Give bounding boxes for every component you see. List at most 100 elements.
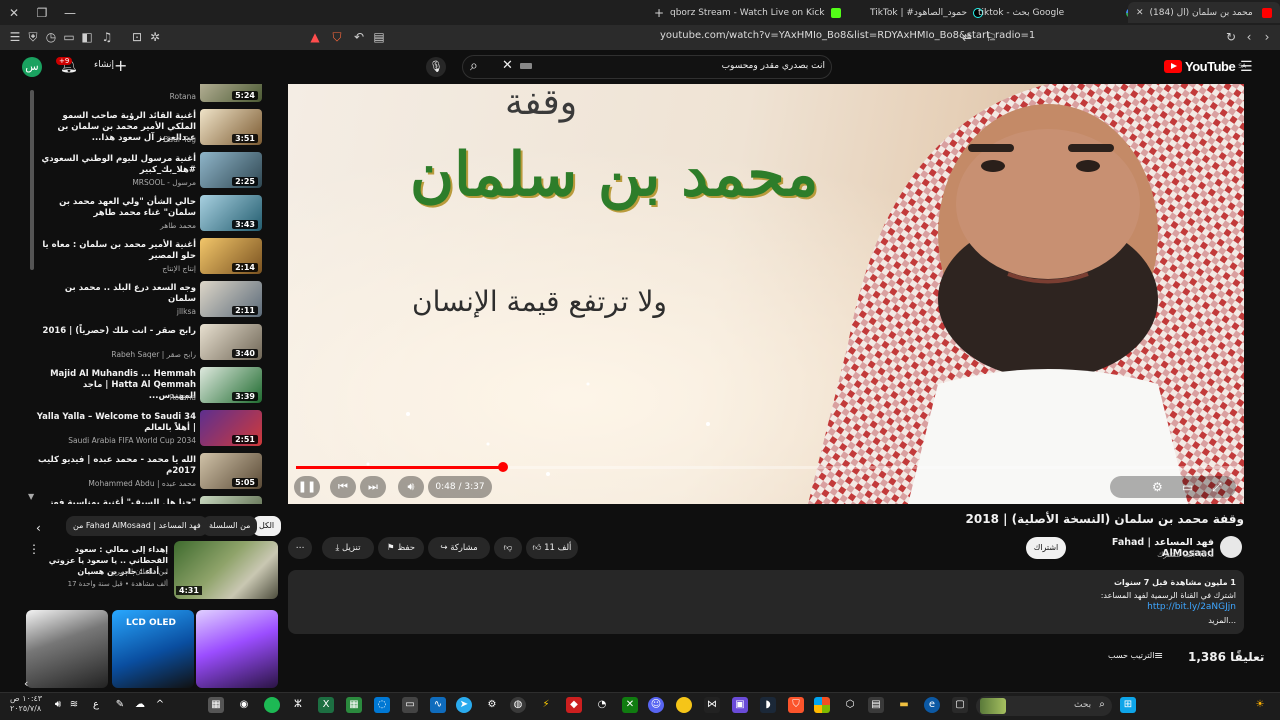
- wallet-icon[interactable]: ▭: [62, 30, 76, 44]
- playlist-thumbnail[interactable]: 5:24: [200, 84, 262, 102]
- edge-icon[interactable]: e: [924, 697, 940, 713]
- like-button[interactable]: 👍︎ 11 ألف: [526, 537, 578, 559]
- clear-search-icon[interactable]: ✕: [502, 58, 513, 73]
- voice-search-mic-icon[interactable]: 🎙︎: [426, 57, 446, 77]
- translate-icon[interactable]: ⇌: [960, 30, 974, 44]
- app-icon[interactable]: ▦: [346, 697, 362, 713]
- playlist-thumbnail[interactable]: 3:43: [200, 195, 262, 231]
- app-icon[interactable]: ▣: [732, 697, 748, 713]
- url-field[interactable]: youtube.com/watch?v=YAxHMIo_Bo8&list=RDY…: [660, 30, 1035, 41]
- start-windows-icon[interactable]: ⊞: [1120, 697, 1136, 713]
- playlist-item-title[interactable]: "حنا هل السيف" أغنية بمناسبة فوز هجن: [36, 498, 196, 504]
- save-button[interactable]: ⚑ حفظ: [378, 537, 424, 559]
- app-icon[interactable]: ▦: [208, 697, 224, 713]
- short-thumbnail[interactable]: [26, 610, 108, 688]
- app-icon[interactable]: [264, 697, 280, 713]
- playlist-item[interactable]: 2:51 Yalla Yalla – Welcome to Saudi 34 | …: [28, 410, 264, 452]
- music-icon[interactable]: ♫: [100, 30, 114, 44]
- store-icon[interactable]: ▤: [868, 697, 884, 713]
- playlist-item[interactable]: 5:24 Rotana: [28, 84, 264, 108]
- file-explorer-icon[interactable]: ▬: [896, 697, 912, 713]
- create-label[interactable]: إنشاء: [94, 60, 114, 70]
- input-language[interactable]: ع: [88, 697, 104, 713]
- sort-icon[interactable]: ≡: [1154, 649, 1163, 662]
- pen-icon[interactable]: ✎: [112, 697, 128, 713]
- download-button[interactable]: ⤓ تنزيل: [322, 537, 374, 559]
- brave-rewards-icon[interactable]: ▲: [308, 30, 322, 44]
- playlist-thumbnail[interactable]: 3:39: [200, 367, 262, 403]
- recommended-channel[interactable]: ابن سلطان الجبيري: [40, 568, 168, 576]
- app-icon[interactable]: ◗: [760, 697, 776, 713]
- more-actions-button[interactable]: ⋯: [288, 537, 312, 559]
- obs-icon[interactable]: ◉: [236, 697, 252, 713]
- playlist-item[interactable]: "حنا هل السيف" أغنية بمناسبة فوز هجن: [28, 496, 264, 504]
- history-icon[interactable]: ◷: [44, 30, 58, 44]
- next-icon[interactable]: ⏭︎: [360, 476, 386, 498]
- app-icon[interactable]: ◆: [566, 697, 582, 713]
- playlist-item[interactable]: 3:51 أغنية القائد الرؤية صاحب السمو الملك…: [28, 109, 264, 151]
- back-icon[interactable]: ‹: [1242, 30, 1256, 44]
- playlist-item[interactable]: 2:11 وجه السعد درع البلد .. محمد بن سلمان…: [28, 281, 264, 323]
- playlist-item[interactable]: 2:14 أغنية الأمير محمد بن سلمان : معاه يا…: [28, 238, 264, 280]
- short-thumbnail[interactable]: LCD OLED: [112, 610, 194, 688]
- playlist-item-title[interactable]: رابح صقر - انت ملك (حصرياً) | 2016: [36, 326, 196, 337]
- description-link[interactable]: http://bit.ly/2aNGJjn: [1000, 602, 1236, 612]
- playlist-item-title[interactable]: Yalla Yalla – Welcome to Saudi 34 | أهلا…: [36, 412, 196, 434]
- app-icon[interactable]: ∿: [430, 697, 446, 713]
- playlist-item-title[interactable]: وجه السعد درع البلد .. محمد بن سلمان: [36, 283, 196, 305]
- screenshot-icon[interactable]: ⊡: [130, 30, 144, 44]
- reload-icon[interactable]: ↻: [1224, 30, 1238, 44]
- previous-icon[interactable]: ⏮︎: [330, 476, 356, 498]
- search-input[interactable]: انت بصدري مقدر ومحسوب: [540, 61, 825, 71]
- close-tab-icon[interactable]: ✕: [1136, 8, 1144, 18]
- office-icon[interactable]: [814, 697, 830, 713]
- playlist-thumbnail[interactable]: 2:14: [200, 238, 262, 274]
- chips-left-arrow-icon[interactable]: ‹: [36, 521, 41, 535]
- channel-avatar[interactable]: [1220, 536, 1242, 558]
- app-icon[interactable]: ◍: [510, 697, 526, 713]
- app-icon[interactable]: ◔: [594, 697, 610, 713]
- app-icon[interactable]: ⋈: [704, 697, 720, 713]
- avatar[interactable]: س: [22, 57, 42, 77]
- more-actions-icon[interactable]: ⋮: [28, 542, 40, 556]
- playlist-thumbnail[interactable]: 2:11: [200, 281, 262, 317]
- show-more-link[interactable]: ...المزيد: [900, 616, 1236, 625]
- app-icon[interactable]: ⚡: [538, 697, 554, 713]
- app-icon[interactable]: ⬡: [842, 697, 858, 713]
- reader-mode-icon[interactable]: ▤: [372, 30, 386, 44]
- playlist-thumbnail[interactable]: [200, 496, 262, 504]
- steam-icon[interactable]: ⚙: [484, 697, 500, 713]
- tab-kick[interactable]: qborz Stream - Watch Live on Kick: [662, 2, 849, 23]
- forward-icon[interactable]: ›: [1260, 30, 1274, 44]
- app-icon[interactable]: ▭: [402, 697, 418, 713]
- playlist-item[interactable]: 5:05 الله يا محمد - محمد عبده | فيديو كلي…: [28, 453, 264, 495]
- close-window-icon[interactable]: ✕: [0, 6, 28, 20]
- volume-icon[interactable]: 🔊︎: [398, 476, 424, 498]
- sidebar-menu-icon[interactable]: ☰: [8, 30, 22, 44]
- speaker-icon[interactable]: 🔊︎: [50, 697, 66, 713]
- brave-icon[interactable]: ⛉: [788, 697, 804, 713]
- extensions-icon[interactable]: ✲: [148, 30, 162, 44]
- playlist-thumbnail[interactable]: 3:51: [200, 109, 262, 145]
- subscribe-button[interactable]: اشتراك: [1026, 537, 1066, 559]
- fullscreen-icon[interactable]: ⤢: [1212, 480, 1222, 495]
- playlist-item-title[interactable]: أغنية مرسول لليوم الوطني السعودي #هلا_بك…: [36, 154, 197, 176]
- youtube-logo[interactable]: YouTube SA: [1164, 59, 1246, 74]
- playlist-item-title[interactable]: حالي الشأن "ولي العهد محمد بن سلمان" غنا…: [36, 197, 196, 219]
- pause-icon[interactable]: ❚❚: [294, 476, 320, 498]
- app-icon[interactable]: [676, 697, 692, 713]
- tab-google[interactable]: tiktok - بحث Google: [970, 2, 1144, 23]
- guide-menu-icon[interactable]: ☰: [1240, 59, 1253, 75]
- chip-from-channel[interactable]: من Fahad AlMosaad | فهد المساعد: [66, 516, 208, 536]
- shorts-left-arrow-icon[interactable]: ‹: [24, 677, 28, 690]
- wifi-icon[interactable]: ≋: [66, 697, 82, 713]
- playlist-item-title[interactable]: الله يا محمد - محمد عبده | فيديو كليب 20…: [36, 455, 196, 477]
- maximize-window-icon[interactable]: ❐: [28, 6, 56, 20]
- playlist-item[interactable]: 3:43 حالي الشأن "ولي العهد محمد بن سلمان"…: [28, 195, 264, 237]
- search-icon[interactable]: ⌕: [470, 58, 478, 74]
- excel-icon[interactable]: X: [318, 697, 334, 713]
- show-hidden-icons-icon[interactable]: ^: [152, 697, 168, 713]
- telegram-icon[interactable]: ➤: [456, 697, 472, 713]
- bookmark-icon[interactable]: ⚐: [984, 30, 998, 44]
- taskbar-clock[interactable]: ١٠:٤٣ ص ٢٠٢٥/٧/٨: [10, 694, 42, 714]
